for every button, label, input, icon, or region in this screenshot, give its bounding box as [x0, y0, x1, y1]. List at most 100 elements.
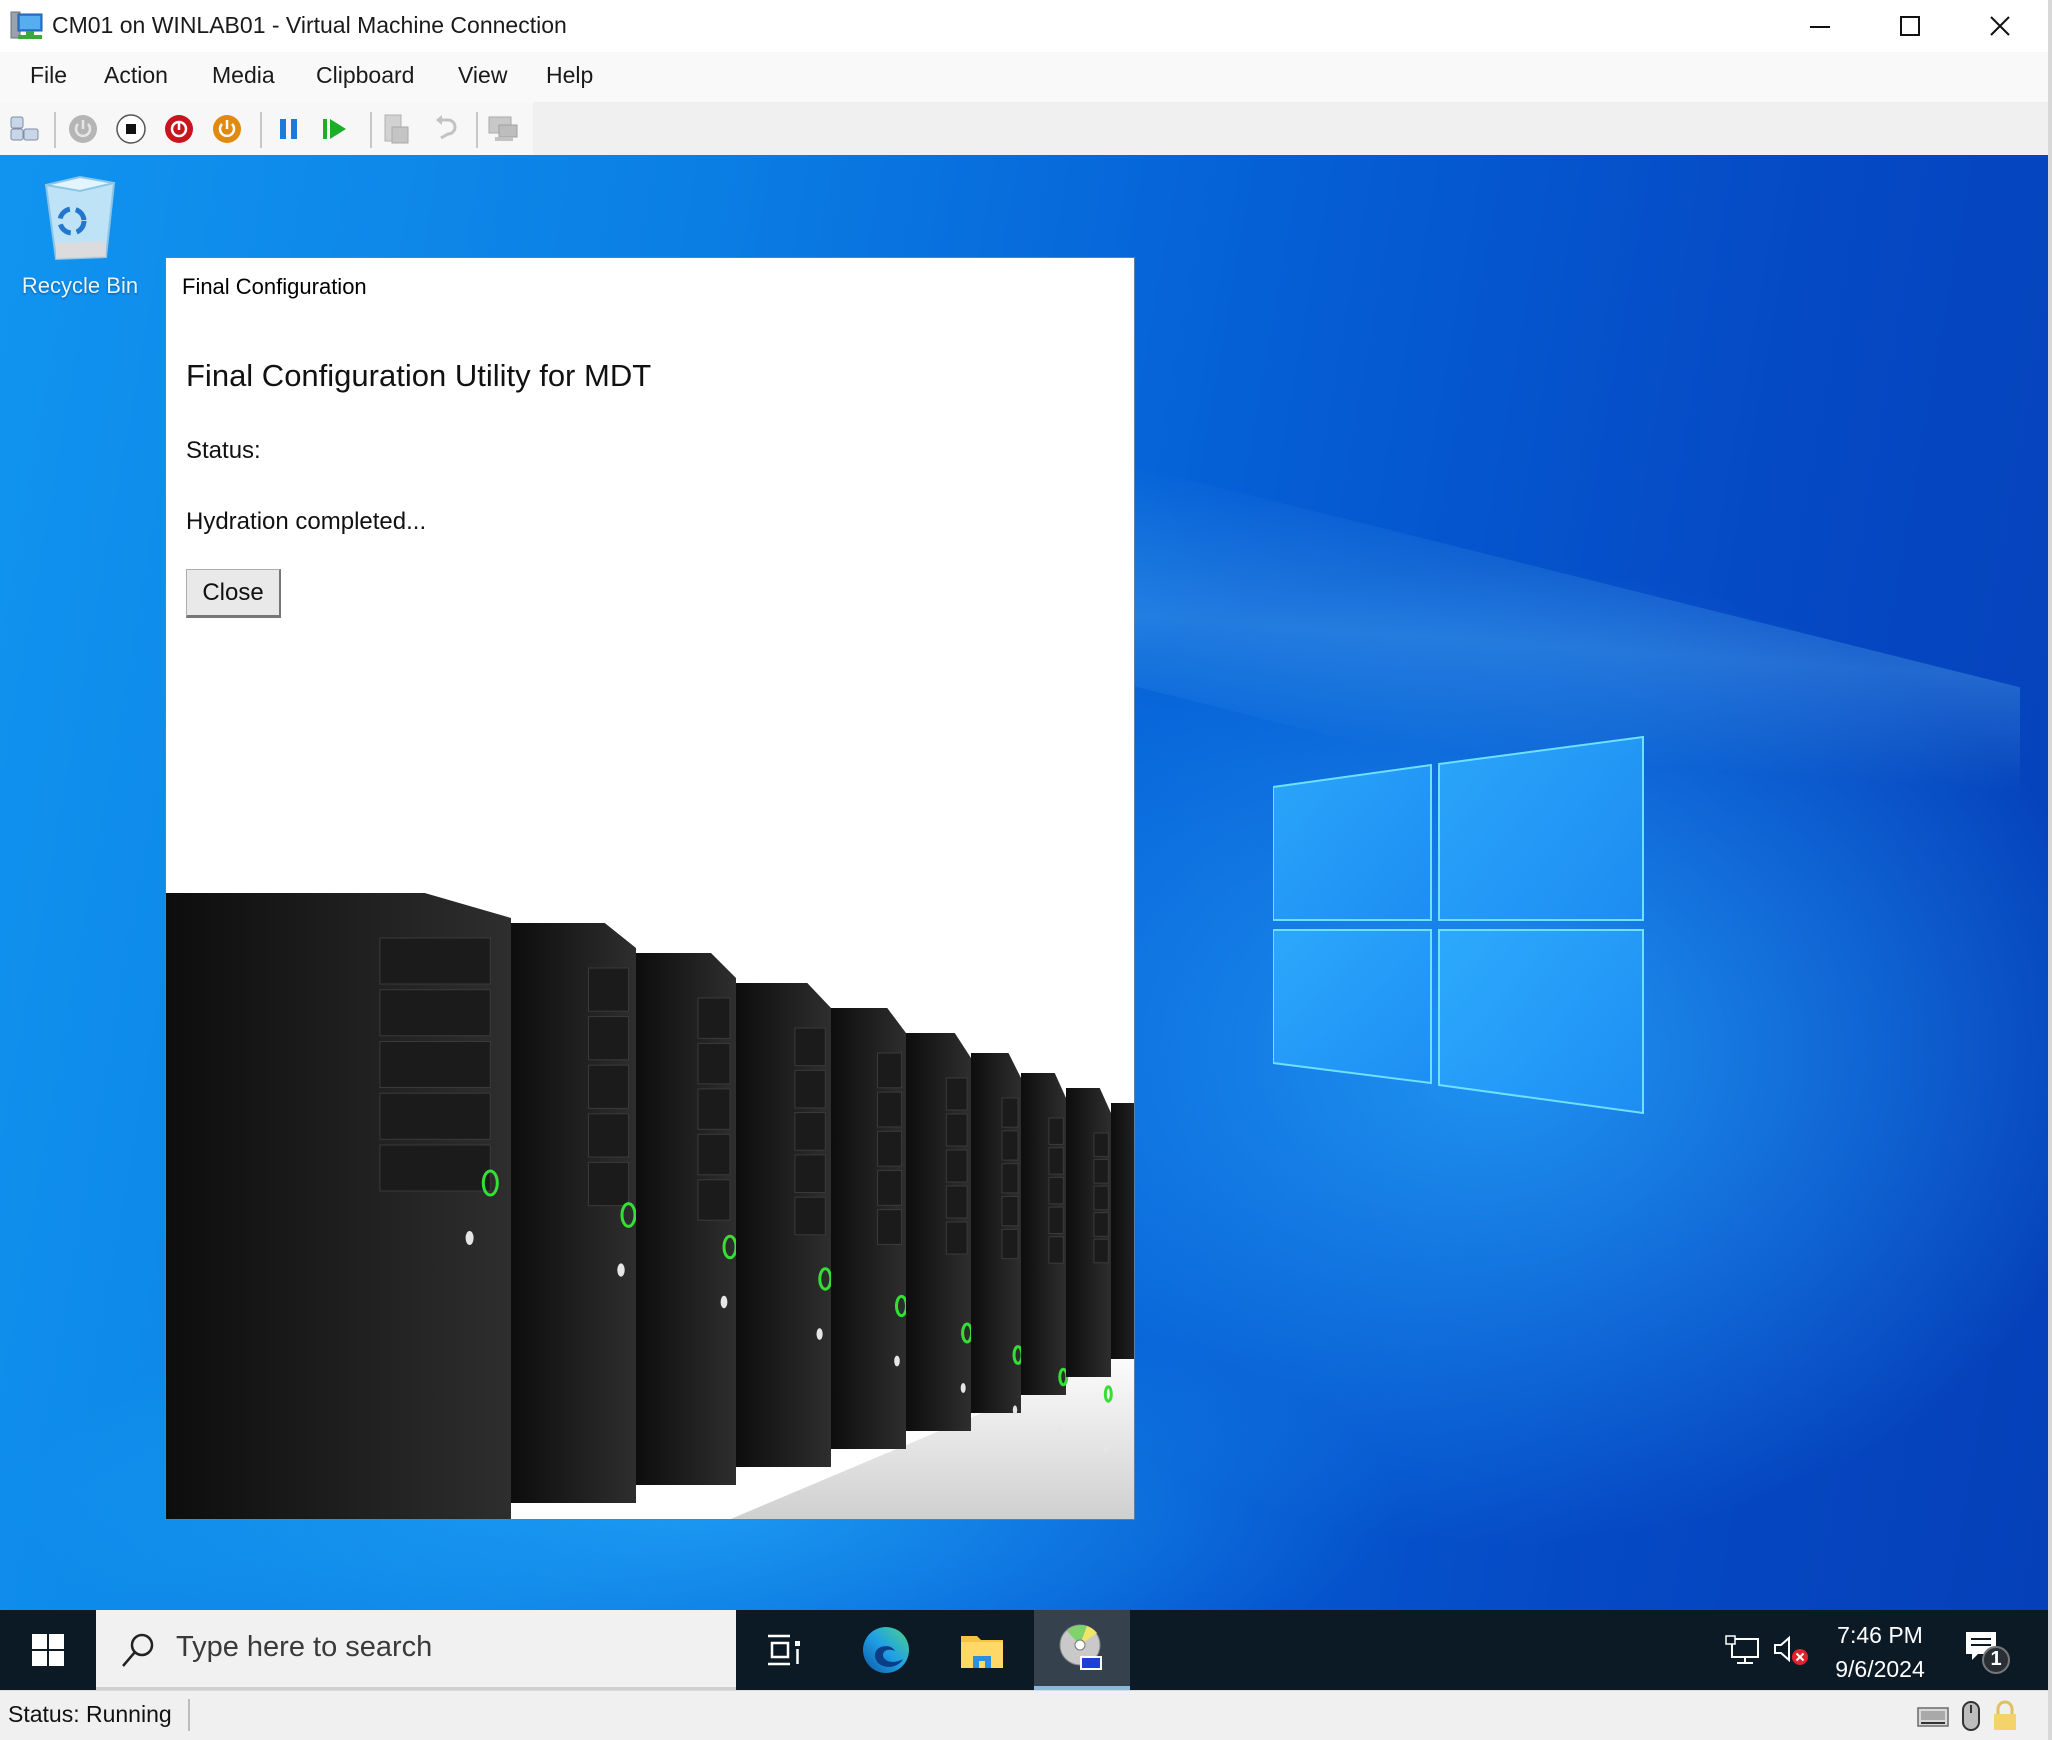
- status-message: Hydration completed...: [186, 508, 427, 535]
- drive-bay: [588, 1064, 629, 1109]
- windows-start-icon: [32, 1634, 64, 1666]
- drive-bay: [379, 1041, 491, 1088]
- volume-tray-button[interactable]: [1770, 1628, 1814, 1672]
- toolbar-separator: [54, 112, 56, 148]
- drive-bay: [588, 1113, 629, 1158]
- taskbar-clock[interactable]: 7:46 PM 9/6/2024: [1820, 1618, 1940, 1686]
- vm-desktop[interactable]: Recycle Bin Final Configuration Final Co…: [0, 155, 2048, 1610]
- taskbar-edge[interactable]: [838, 1610, 934, 1690]
- network-tray-button[interactable]: [1720, 1628, 1764, 1672]
- save-button[interactable]: [210, 112, 244, 146]
- enhanced-session-icon: [488, 116, 518, 141]
- drive-bay: [588, 967, 629, 1012]
- start-button[interactable]: [0, 1610, 96, 1690]
- clock-date: 9/6/2024: [1835, 1656, 1925, 1682]
- revert-button[interactable]: [428, 112, 462, 146]
- maximize-button[interactable]: [1865, 0, 1955, 52]
- toolbar-separator: [260, 112, 262, 148]
- host-status-bar: Status: Running: [0, 1690, 2052, 1740]
- drive-bay: [1001, 1163, 1019, 1194]
- menu-action[interactable]: Action: [100, 62, 172, 89]
- menu-clipboard[interactable]: Clipboard: [312, 62, 418, 89]
- drive-bay: [945, 1113, 968, 1147]
- drive-bay: [1093, 1159, 1109, 1184]
- activity-light: [960, 1383, 966, 1393]
- pause-icon: [280, 119, 297, 139]
- file-explorer-icon: [961, 1636, 1003, 1668]
- mouse-icon: [1962, 1701, 1980, 1731]
- activity-light: [894, 1355, 900, 1367]
- drive-bay: [1093, 1185, 1109, 1211]
- drive-bay: [1093, 1238, 1109, 1264]
- close-window-button[interactable]: [1955, 0, 2045, 52]
- drive-bay: [877, 1091, 902, 1128]
- drive-bay: [945, 1221, 968, 1255]
- power-gray-icon: [69, 115, 97, 143]
- server-rack-image: [166, 828, 1134, 1519]
- menu-view[interactable]: View: [454, 62, 511, 89]
- activity-light: [617, 1263, 625, 1277]
- drive-bay: [794, 1069, 826, 1109]
- task-view-icon: [768, 1634, 800, 1666]
- taskbar-file-explorer[interactable]: [934, 1610, 1030, 1690]
- shut-down-button[interactable]: [162, 112, 196, 146]
- taskbar-final-configuration[interactable]: [1034, 1610, 1130, 1690]
- taskbar-search-box[interactable]: Type here to search: [96, 1610, 736, 1690]
- network-icon: [1725, 1635, 1759, 1664]
- activity-light: [1104, 1445, 1108, 1453]
- notification-count: 1: [1990, 1648, 2002, 1670]
- maximize-icon: [1900, 16, 1920, 36]
- vm-connection-icon: [10, 11, 43, 39]
- window-title: CM01 on WINLAB01 - Virtual Machine Conne…: [52, 12, 567, 38]
- toolbar-separator: [476, 112, 478, 148]
- drive-bay: [697, 1042, 731, 1085]
- taskbar-task-view[interactable]: [736, 1610, 832, 1690]
- drive-bay: [877, 1209, 902, 1245]
- ctrl-alt-del-button[interactable]: [8, 112, 42, 146]
- desktop-icon-recycle-bin[interactable]: Recycle Bin: [10, 173, 150, 303]
- toolbar-separator: [370, 112, 372, 148]
- minimize-button[interactable]: [1775, 0, 1865, 52]
- drive-bay: [1048, 1176, 1064, 1205]
- drive-bay: [1048, 1236, 1064, 1264]
- stop-icon: [116, 114, 146, 144]
- server-tower: [1111, 1103, 1134, 1359]
- drive-bay: [697, 1088, 731, 1130]
- clock-time: 7:46 PM: [1837, 1622, 1923, 1648]
- pause-button[interactable]: [272, 112, 306, 146]
- dialog-title: Final Configuration: [182, 274, 367, 299]
- drive-bay: [1001, 1196, 1019, 1227]
- search-placeholder: Type here to search: [176, 1631, 433, 1663]
- reset-button[interactable]: [318, 112, 352, 146]
- minimize-icon: [1810, 26, 1830, 28]
- toolbar: [0, 102, 2048, 155]
- close-button[interactable]: Close: [186, 569, 281, 618]
- drive-bay: [1001, 1228, 1019, 1260]
- start-vm-button[interactable]: [66, 112, 100, 146]
- window-right-border: [2048, 0, 2052, 1740]
- enhanced-session-button[interactable]: [486, 112, 520, 146]
- volume-muted-icon: [1774, 1635, 1808, 1665]
- drive-bay: [697, 997, 731, 1039]
- notification-icon: [1966, 1632, 2010, 1674]
- drive-bay: [379, 989, 491, 1037]
- activity-light: [720, 1295, 728, 1309]
- drive-bay: [588, 1016, 629, 1061]
- revert-icon: [436, 115, 457, 140]
- close-icon: [1990, 16, 2010, 36]
- menu-media[interactable]: Media: [208, 62, 279, 89]
- menu-bar: File Action Media Clipboard View Help: [0, 52, 2048, 102]
- power-orange-icon: [213, 115, 241, 143]
- drive-bay: [945, 1149, 968, 1183]
- turn-off-button[interactable]: [114, 112, 148, 146]
- dialog-heading: Final Configuration Utility for MDT: [186, 358, 652, 393]
- windows-wallpaper-logo: [1273, 735, 1644, 1115]
- drive-bay: [1048, 1147, 1064, 1175]
- menu-help[interactable]: Help: [542, 62, 597, 89]
- drive-bay: [1093, 1132, 1109, 1158]
- checkpoint-button[interactable]: [380, 112, 414, 146]
- action-center-button[interactable]: 1: [1960, 1624, 2014, 1678]
- taskbar: Type here to search 7:46 PM 9/6/2024 1: [0, 1610, 2048, 1690]
- server-tower: [166, 893, 511, 1519]
- menu-file[interactable]: File: [26, 62, 71, 89]
